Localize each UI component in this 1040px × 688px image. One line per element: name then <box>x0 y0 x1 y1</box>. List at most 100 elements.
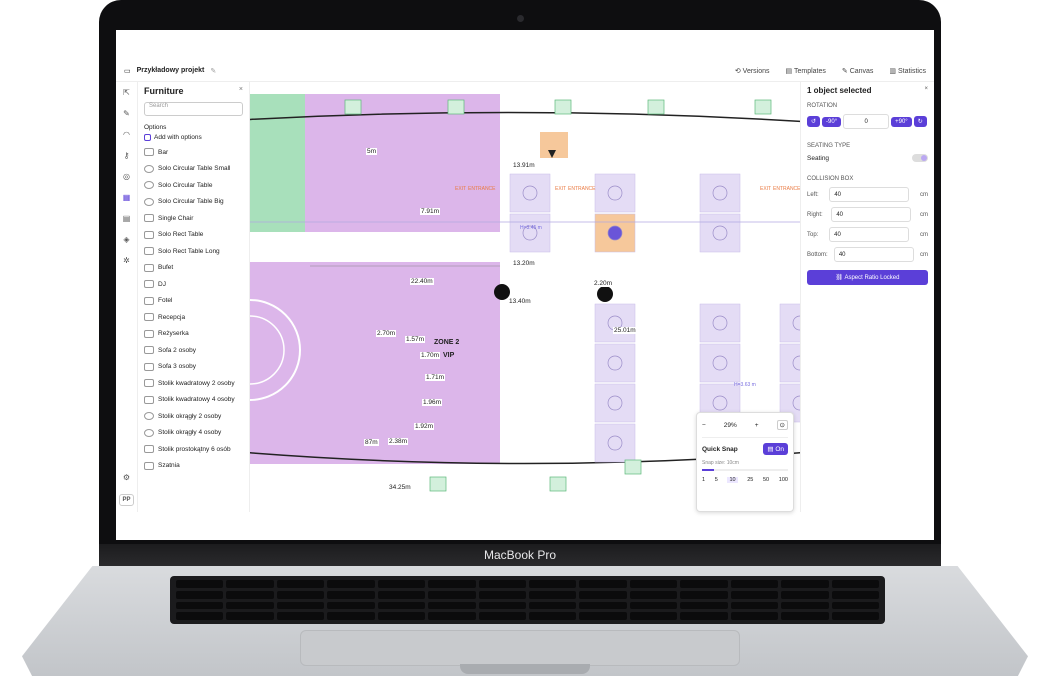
add-with-options-checkbox[interactable]: Add with options <box>144 134 243 141</box>
zoom-in-button[interactable]: + <box>755 422 759 429</box>
table-block[interactable] <box>699 303 741 343</box>
draw-tool-icon[interactable]: ◠ <box>123 130 130 139</box>
avatar[interactable]: PP <box>119 494 134 506</box>
gear-icon[interactable]: ⚙ <box>123 473 130 482</box>
furniture-item[interactable]: Fotel <box>144 293 243 310</box>
snap-toggle-button[interactable]: ▤ On <box>763 443 788 455</box>
zone-2-vip[interactable] <box>250 262 500 464</box>
exit-sign[interactable] <box>554 99 572 115</box>
checkbox-icon[interactable] <box>144 134 151 141</box>
furniture-item[interactable]: Reżyserka <box>144 326 243 343</box>
furniture-item[interactable]: Stolik prostokątny 6 osób <box>144 441 243 458</box>
snap-step[interactable]: 25 <box>747 477 753 483</box>
table-block[interactable] <box>509 173 551 213</box>
quick-snap-label: Quick Snap <box>702 445 738 453</box>
exit-sign[interactable] <box>754 99 772 115</box>
settings-tool-icon[interactable]: ✲ <box>123 256 130 265</box>
furniture-item[interactable]: Stolik okrągły 2 osoby <box>144 408 243 425</box>
key-tool-icon[interactable]: ⚷ <box>124 151 130 160</box>
zoom-out-button[interactable]: − <box>702 422 706 429</box>
exit-sign[interactable] <box>549 476 567 492</box>
target-tool-icon[interactable]: ◎ <box>123 172 130 181</box>
versions-button[interactable]: ⟲ Versions <box>735 67 770 75</box>
rotate-minus-button[interactable]: -90° <box>822 116 842 127</box>
exit-sign[interactable] <box>647 99 665 115</box>
furniture-item[interactable]: Szatnia <box>144 458 243 475</box>
table-block[interactable] <box>779 343 800 383</box>
project-title[interactable]: Przykładowy projekt <box>137 67 205 74</box>
furniture-item[interactable]: Recepcja <box>144 309 243 326</box>
table-block[interactable] <box>594 173 636 213</box>
furniture-tool-icon[interactable]: ▦ <box>123 193 131 202</box>
furniture-item[interactable]: Stolik okrągły 4 osoby <box>144 425 243 442</box>
layers-tool-icon[interactable]: ◈ <box>123 235 129 244</box>
keyboard-key <box>176 601 224 610</box>
furniture-item[interactable]: Sofa 2 osoby <box>144 342 243 359</box>
table-block[interactable] <box>699 343 741 383</box>
table-block[interactable] <box>594 383 636 423</box>
furniture-item[interactable]: DJ <box>144 276 243 293</box>
fit-view-icon[interactable]: ⊙ <box>776 420 788 430</box>
seating-toggle[interactable] <box>912 154 928 162</box>
furniture-item[interactable]: Bufet <box>144 260 243 277</box>
furniture-item[interactable]: Solo Circular Table Small <box>144 161 243 178</box>
bottom-input[interactable]: 40 <box>833 247 914 262</box>
furniture-item[interactable]: Stolik kwadratowy 4 osoby <box>144 392 243 409</box>
furniture-list: Bar Solo Circular Table Small Solo Circula… <box>144 144 243 474</box>
furniture-item[interactable]: Solo Circular Table <box>144 177 243 194</box>
search-input[interactable]: Search <box>144 102 243 116</box>
rotate-right-icon[interactable]: ↻ <box>913 116 927 127</box>
left-input[interactable]: 40 <box>829 187 910 202</box>
pillar-2[interactable] <box>597 286 613 302</box>
exit-sign[interactable] <box>624 459 642 475</box>
table-block[interactable] <box>594 423 636 463</box>
keyboard-key <box>781 612 829 620</box>
snap-slider[interactable] <box>702 469 788 471</box>
furniture-item[interactable]: Stolik kwadratowy 2 osoby <box>144 375 243 392</box>
table-block[interactable] <box>509 213 551 253</box>
aspect-ratio-button[interactable]: ⛓ Aspect Ratio Locked <box>807 270 928 285</box>
furniture-item[interactable]: Bar <box>144 144 243 161</box>
furniture-item[interactable]: Solo Rect Table Long <box>144 243 243 260</box>
statistics-button[interactable]: ▥ Statistics <box>889 67 926 75</box>
purple-zone-top[interactable] <box>305 94 500 232</box>
measure-label: 1.70m <box>420 352 441 359</box>
furniture-item[interactable]: Solo Circular Table Big <box>144 194 243 211</box>
keyboard-key <box>478 601 526 610</box>
furniture-item[interactable]: Solo Rect Table <box>144 227 243 244</box>
exit-sign[interactable] <box>344 99 362 115</box>
templates-button[interactable]: ▤ Templates <box>786 67 826 75</box>
table-block[interactable] <box>699 173 741 213</box>
close-icon[interactable]: × <box>239 86 243 102</box>
snap-step[interactable]: 50 <box>763 477 769 483</box>
rotate-left-icon[interactable]: ↺ <box>807 116 821 127</box>
exit-sign[interactable] <box>429 476 447 492</box>
top-input[interactable]: 40 <box>829 227 910 242</box>
canvas-button[interactable]: ✎ Canvas <box>842 67 874 75</box>
table-block[interactable] <box>594 303 636 343</box>
furniture-item[interactable]: Single Chair <box>144 210 243 227</box>
table-tool-icon[interactable]: ▤ <box>123 214 131 223</box>
snap-step[interactable]: 100 <box>779 477 788 483</box>
snap-step[interactable]: 10 <box>727 477 738 483</box>
table-block[interactable] <box>779 303 800 343</box>
snap-step[interactable]: 1 <box>702 477 705 483</box>
rotation-input[interactable]: 0 <box>843 114 890 129</box>
close-icon[interactable]: × <box>924 86 928 95</box>
furniture-icon <box>144 362 154 371</box>
select-tool-icon[interactable]: ⇱ <box>123 88 130 97</box>
exit-sign[interactable] <box>447 99 465 115</box>
rotate-plus-button[interactable]: +90° <box>891 116 912 127</box>
selected-object[interactable] <box>540 132 568 158</box>
furniture-item[interactable]: Sofa 3 osoby <box>144 359 243 376</box>
snap-step[interactable]: 5 <box>715 477 718 483</box>
right-input[interactable]: 40 <box>831 207 912 222</box>
green-zone[interactable] <box>250 94 305 232</box>
table-block[interactable] <box>594 343 636 383</box>
furniture-panel: Furniture × Search Options Add with opti… <box>138 82 250 512</box>
folder-icon[interactable]: ▭ <box>124 67 131 75</box>
pen-tool-icon[interactable]: ✎ <box>123 109 130 118</box>
keyboard-key <box>428 601 476 610</box>
edit-icon[interactable]: ✎ <box>210 67 216 75</box>
table-block[interactable] <box>699 213 741 253</box>
